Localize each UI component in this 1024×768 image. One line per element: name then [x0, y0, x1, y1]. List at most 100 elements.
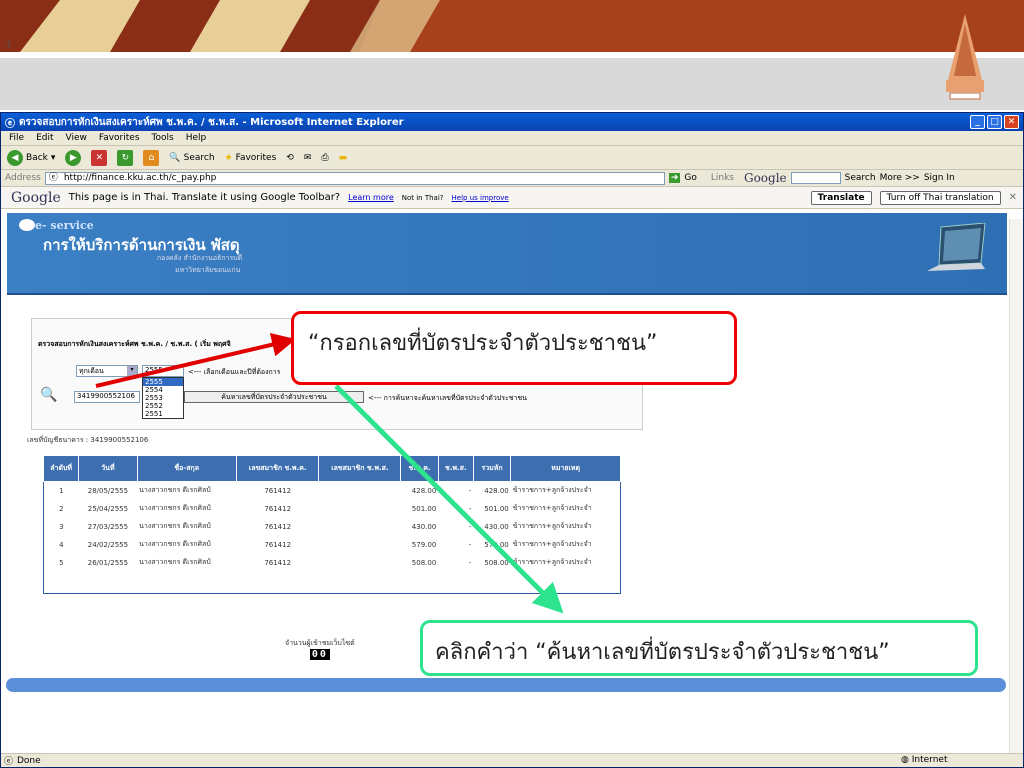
close-icon[interactable]: ✕ [1009, 192, 1017, 203]
menu-view[interactable]: View [66, 133, 87, 143]
cell: 508.00 [473, 553, 511, 572]
callout-green: คลิกคำว่า “ค้นหาเลขที่บัตรประจำตัวประชาช… [420, 620, 978, 676]
slide-number: 1 [6, 40, 12, 50]
turn-off-translation-button[interactable]: Turn off Thai translation [879, 190, 1001, 205]
links-label[interactable]: Links [711, 173, 734, 183]
menu-edit[interactable]: Edit [36, 133, 53, 143]
google-search-input[interactable] [790, 172, 841, 184]
cell: 428.00 [473, 481, 511, 500]
more-button[interactable]: More >> [880, 173, 920, 183]
forward-arrow-icon[interactable]: ▶ [65, 149, 82, 166]
search-button[interactable]: 🔍 Search [169, 153, 214, 163]
maximize-button[interactable]: □ [987, 115, 1002, 129]
ie-toolbar: ◀ Back ▾ ▶ ✕ ↻ ⌂ 🔍 Search ★ Favorites ⟲ ✉ ⎙ … [1, 146, 1023, 170]
cell: ข้าราชการ+ลูกจ้างประจำ [510, 553, 621, 572]
cell: 25/04/2555 [78, 499, 138, 518]
year-option[interactable]: 2553 [143, 394, 183, 402]
col-header: วันที่ [78, 455, 138, 482]
cell: 761412 [236, 535, 319, 554]
go-label[interactable]: Go [684, 173, 696, 183]
cell: 3 [43, 517, 79, 536]
select-hint: <--- เลือกเดือนและปีที่ต้องการ [188, 368, 281, 376]
cell: 24/02/2555 [78, 535, 138, 554]
year-option[interactable]: 2555 [143, 378, 183, 386]
back-button[interactable]: ◀ Back ▾ [7, 149, 55, 166]
page-icon: ⓔ [4, 757, 14, 767]
site-subtitle-2: มหาวิทยาลัยขอนแก่น [175, 266, 241, 274]
google-search-button[interactable]: Search [845, 173, 876, 183]
history-icon[interactable]: ⟲ [286, 153, 294, 163]
back-arrow-icon: ◀ [7, 149, 23, 166]
cell: ข้าราชการ+ลูกจ้างประจำ [510, 517, 621, 536]
cell: 4 [43, 535, 79, 554]
minimize-button[interactable]: _ [970, 115, 985, 129]
magnifier-icon: 🔍 [40, 387, 58, 403]
month-select[interactable]: ทุกเดือน ▾ [76, 365, 138, 377]
search-label: Search [183, 152, 215, 163]
internet-zone: ◍ Internet [901, 755, 947, 765]
address-value: http://finance.kku.ac.th/c_pay.php [63, 172, 217, 183]
callout-green-text: คลิกคำว่า “ค้นหาเลขที่บัตรประจำตัวประชาช… [435, 640, 890, 665]
vertical-scrollbar[interactable] [1009, 219, 1023, 755]
ie-title-bar: ⓔ ตรวจสอบการหักเงินสงเคราะห์ศพ ช.พ.ค. / … [1, 113, 1023, 131]
status-bar: ⓔ Done ◍ Internet [1, 753, 1023, 767]
address-input[interactable]: ⓔ http://finance.kku.ac.th/c_pay.php [44, 171, 665, 185]
cell [318, 517, 401, 536]
search-id-label: ค้นหาเลขที่บัตรประจำตัวประชาชน [221, 393, 327, 401]
home-icon[interactable]: ⌂ [143, 149, 160, 166]
slide-blue-bar [6, 678, 1006, 692]
year-option[interactable]: 2551 [143, 410, 183, 418]
close-button[interactable]: ✕ [1004, 115, 1019, 129]
menu-favorites[interactable]: Favorites [99, 133, 140, 143]
year-dropdown-list: 2555 2554 2553 2552 2551 [142, 377, 184, 419]
sign-in-button[interactable]: Sign In [924, 173, 955, 183]
laptop-icon [927, 223, 986, 271]
cell: - [438, 535, 474, 554]
month-select-value: ทุกเดือน [79, 367, 104, 375]
google-toolbar-logo: Google [744, 171, 787, 185]
year-option[interactable]: 2552 [143, 402, 183, 410]
translate-button[interactable]: Translate [810, 190, 872, 205]
go-button[interactable]: ➜ [668, 173, 681, 183]
cell [318, 499, 401, 518]
menu-help[interactable]: Help [186, 133, 207, 143]
table-spacer-row [43, 571, 621, 594]
star-icon: ★ [224, 152, 233, 163]
help-improve-link[interactable]: Help us improve [452, 194, 509, 202]
refresh-icon[interactable]: ↻ [117, 149, 134, 166]
cell: นางสาวกชกร ดีเรกศิลป์ [137, 517, 237, 536]
search-id-button[interactable]: ค้นหาเลขที่บัตรประจำตัวประชาชน [184, 391, 364, 403]
menu-bar: File Edit View Favorites Tools Help [1, 131, 1023, 146]
year-option[interactable]: 2554 [143, 386, 183, 394]
translate-message: This page is in Thai. Translate it using… [68, 192, 341, 203]
cell: 28/05/2555 [78, 481, 138, 500]
mail-icon[interactable]: ✉ [304, 153, 312, 163]
status-text: Done [17, 755, 41, 766]
google-translate-bar: Google This page is in Thai. Translate i… [1, 187, 1023, 209]
favorites-button[interactable]: ★ Favorites [225, 153, 277, 163]
id-input[interactable]: 3419900552106 [74, 391, 140, 403]
cell: 501.00 [400, 499, 439, 518]
menu-tools[interactable]: Tools [152, 133, 174, 143]
cell: นางสาวกชกร ดีเรกศิลป์ [137, 481, 237, 500]
cell: นางสาวกชกร ดีเรกศิลป์ [137, 499, 237, 518]
back-label: Back [26, 152, 48, 163]
col-header: เลขสมาชิก ช.พ.ส. [318, 455, 402, 482]
cell: 501.00 [473, 499, 511, 518]
stop-icon[interactable]: ✕ [91, 149, 108, 166]
cell: 579.00 [473, 535, 511, 554]
print-icon[interactable]: ⎙ [321, 153, 328, 163]
cell: 1 [43, 481, 79, 500]
menu-file[interactable]: File [9, 133, 24, 143]
cell: 428.00 [400, 481, 439, 500]
search-hint: <--- การค้นหาจะค้นหาเลขที่บัตรประจำตัวปร… [368, 394, 527, 402]
learn-more-link[interactable]: Learn more [348, 193, 394, 202]
folder-icon[interactable]: ▬ [339, 153, 348, 163]
cell: 761412 [236, 499, 319, 518]
cell: 761412 [236, 553, 319, 572]
cell: 430.00 [400, 517, 439, 536]
year-select[interactable]: 2555 [142, 365, 184, 377]
slide-banner: 1 [0, 0, 1024, 52]
col-header: หมายเหตุ [510, 455, 621, 482]
chevron-down-icon: ▾ [127, 366, 137, 376]
